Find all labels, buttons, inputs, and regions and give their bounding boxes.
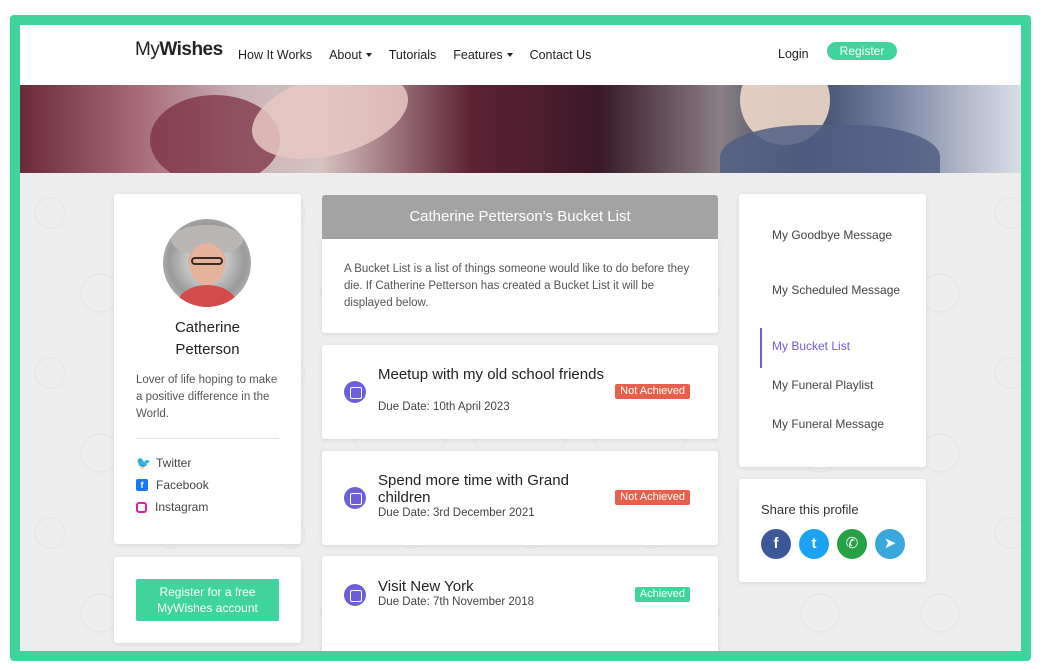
nav-features[interactable]: Features (453, 48, 513, 62)
register-free-account-button[interactable]: Register for a free MyWishes account (136, 579, 279, 621)
logo[interactable]: MyWishes (135, 39, 223, 61)
app-frame: MyWishes How It Works About Tutorials Fe… (10, 15, 1031, 661)
bucket-icon (344, 381, 366, 403)
menu-scheduled-message[interactable]: My Scheduled Message (772, 282, 912, 299)
active-indicator (760, 328, 762, 368)
bucket-item[interactable]: Spend more time with Grand children Due … (322, 451, 718, 545)
twitter-icon: 🐦 (136, 456, 151, 470)
top-nav: MyWishes How It Works About Tutorials Fe… (20, 25, 1021, 85)
bucket-list-intro: A Bucket List is a list of things someon… (322, 239, 718, 333)
bucket-item-due-date: Due Date: 3rd December 2021 (378, 507, 535, 519)
social-facebook-link[interactable]: f Facebook (136, 478, 209, 492)
bucket-item-title: Spend more time with Grand children (378, 472, 569, 506)
menu-bucket-list[interactable]: My Bucket List (772, 338, 912, 355)
menu-funeral-message[interactable]: My Funeral Message (772, 416, 912, 433)
nav-contact-us[interactable]: Contact Us (530, 48, 592, 62)
facebook-icon[interactable]: f (761, 529, 791, 559)
bucket-item[interactable]: Meetup with my old school friends Due Da… (322, 345, 718, 439)
nav-how-it-works[interactable]: How It Works (238, 48, 312, 62)
bucket-item[interactable] (322, 645, 718, 651)
bucket-icon (344, 584, 366, 606)
bucket-list-title: Catherine Petterson's Bucket List (322, 195, 718, 239)
social-instagram-link[interactable]: Instagram (136, 500, 208, 514)
profile-bio: Lover of life hoping to make a positive … (136, 374, 278, 420)
hero-banner (20, 85, 1021, 173)
avatar (163, 219, 251, 307)
nav-tutorials[interactable]: Tutorials (389, 48, 436, 62)
status-badge: Achieved (634, 587, 690, 602)
share-title: Share this profile (761, 502, 859, 517)
chevron-down-icon (506, 53, 513, 57)
profile-menu: My Goodbye Message My Scheduled Message … (739, 194, 926, 467)
bucket-item-due-date: Due Date: 7th November 2018 (378, 596, 534, 608)
bucket-item-due-date: Due Date: 10th April 2023 (378, 401, 510, 413)
social-twitter-link[interactable]: 🐦 Twitter (136, 456, 191, 470)
twitter-icon[interactable]: t (799, 529, 829, 559)
divider (136, 438, 279, 439)
nav-about[interactable]: About (329, 48, 372, 62)
nav-links: How It Works About Tutorials Features Co… (238, 25, 591, 85)
register-button[interactable]: Register (827, 42, 897, 60)
share-card: Share this profile f t ✆ ➤ (739, 479, 926, 582)
menu-funeral-playlist[interactable]: My Funeral Playlist (772, 377, 912, 394)
bucket-icon (344, 487, 366, 509)
facebook-icon: f (136, 479, 148, 491)
telegram-icon[interactable]: ➤ (875, 529, 905, 559)
profile-name: Catherine Petterson (174, 319, 241, 358)
menu-goodbye-message[interactable]: My Goodbye Message (772, 227, 912, 244)
register-card: Register for a free MyWishes account (114, 557, 301, 643)
instagram-icon (136, 501, 147, 513)
whatsapp-icon[interactable]: ✆ (837, 529, 867, 559)
bucket-item-title: Meetup with my old school friends (378, 366, 604, 383)
profile-card: Catherine Petterson Lover of life hoping… (114, 194, 301, 544)
bucket-item-title: Visit New York (378, 578, 474, 595)
bucket-item[interactable]: Visit New York Due Date: 7th November 20… (322, 556, 718, 650)
login-link[interactable]: Login (778, 47, 809, 61)
chevron-down-icon (365, 53, 372, 57)
status-badge: Not Achieved (615, 490, 690, 505)
status-badge: Not Achieved (615, 384, 690, 399)
